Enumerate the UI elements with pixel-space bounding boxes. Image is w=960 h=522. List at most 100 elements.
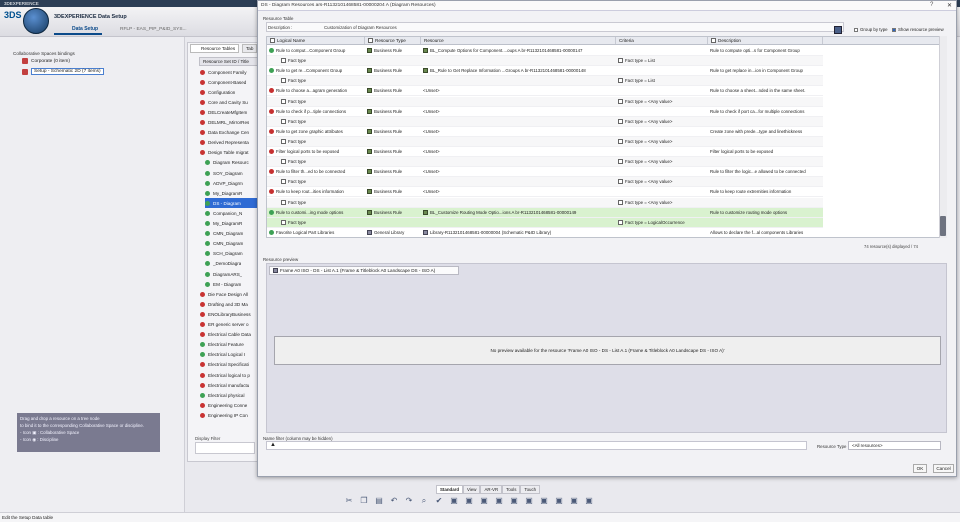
copy-icon[interactable]: ❐	[359, 496, 369, 506]
resource-set-row[interactable]: EM - Diagram	[205, 279, 265, 289]
resource-row[interactable]: Favorite Logical Part Libraries General L…	[267, 228, 823, 237]
fact-row[interactable]: Fact type Fact type = List	[267, 56, 823, 67]
cancel-button[interactable]: Cancel	[933, 464, 954, 473]
resource-set-row[interactable]: Electrical Logical I	[200, 350, 260, 360]
resource-cell[interactable]: Library-R1132101468581-00000004 (Schemat…	[421, 228, 616, 237]
resource-set-row[interactable]: CMN_Diagram	[205, 239, 265, 249]
tool-icon[interactable]: ▣	[449, 496, 459, 506]
resource-set-row[interactable]: ER generic server o	[200, 320, 260, 330]
resource-cell[interactable]: <Unset>	[421, 127, 616, 136]
close-icon[interactable]: ✕	[947, 2, 952, 9]
resource-set-row[interactable]: Derived Representa	[200, 138, 260, 148]
undo-icon[interactable]: ↶	[389, 496, 399, 506]
tool-icon[interactable]: ▣	[584, 496, 594, 506]
resource-set-row[interactable]: DiagramARS_	[205, 269, 265, 279]
resource-cell[interactable]: <Unset>	[421, 187, 616, 196]
redo-icon[interactable]: ↷	[404, 496, 414, 506]
resource-cell[interactable]	[421, 198, 616, 207]
resource-row[interactable]: Rule to get re...Component Group Business…	[267, 66, 823, 77]
ok-button[interactable]: OK	[913, 464, 927, 473]
resource-set-row[interactable]: Electrical Feature	[200, 340, 260, 350]
resource-cell[interactable]: <Unset>	[421, 147, 616, 156]
resource-cell[interactable]	[421, 177, 616, 186]
resource-set-row[interactable]: Electrical Cable Data	[200, 330, 260, 340]
resource-row[interactable]: Rule to keep rout...ities information Bus…	[267, 187, 823, 198]
zoom-icon[interactable]: ⌕	[419, 496, 429, 506]
resource-cell[interactable]	[421, 76, 616, 85]
fact-row[interactable]: Fact type Fact type = <Any value>	[267, 197, 823, 208]
resource-set-row[interactable]: Component-Based	[200, 77, 260, 87]
tool-icon[interactable]: ▣	[464, 496, 474, 506]
tool-icon[interactable]: ▣	[524, 496, 534, 506]
fact-row[interactable]: Fact type Fact type = LogicalOccurrence	[267, 217, 823, 228]
tree-item-corporate[interactable]: Corporate (0 item)	[22, 58, 70, 64]
resource-set-row[interactable]: Companion_N	[205, 208, 265, 218]
display-filter-input[interactable]	[195, 442, 255, 454]
resource-set-row[interactable]: ADVP_Diagrm	[205, 178, 265, 188]
fact-row[interactable]: Fact type Fact type = <Any value>	[267, 96, 823, 107]
resource-cell[interactable]	[421, 157, 616, 166]
fact-row[interactable]: Fact type Fact type = <Any value>	[267, 157, 823, 168]
cut-icon[interactable]: ✂	[344, 496, 354, 506]
resource-set-header[interactable]: Resource Set ID / Title	[199, 57, 261, 66]
tool-icon[interactable]: ▣	[494, 496, 504, 506]
resource-cell[interactable]: BL_Customize Routing Mode Optio...ions A…	[421, 208, 616, 217]
show-preview-checkbox[interactable]: Show resource preview	[892, 27, 944, 32]
resource-cell[interactable]: BL_Compute Options for Component....oups…	[421, 46, 616, 55]
resource-set-row[interactable]: Design Table migrat	[200, 148, 260, 158]
tab-resource-tables[interactable]: Resource Tables	[190, 44, 240, 53]
resource-row[interactable]: Rule to choose a...agram generation Busin…	[267, 86, 823, 97]
resource-set-row[interactable]: SOY_Diagram	[205, 168, 265, 178]
col-resource-type[interactable]: Resource Type	[365, 37, 421, 44]
tool-icon[interactable]: ▣	[539, 496, 549, 506]
help-icon[interactable]: ?	[930, 2, 933, 8]
tool-icon[interactable]: ▣	[554, 496, 564, 506]
col-resource[interactable]: Resource	[421, 37, 616, 44]
tree-item-setup[interactable]: Setup - Schematic 2D (7 items)	[22, 68, 104, 75]
tool-icon[interactable]: ▣	[479, 496, 489, 506]
resource-set-row[interactable]: Drafting and 3D Ma	[200, 299, 260, 309]
paste-icon[interactable]: ▤	[374, 496, 384, 506]
col-logical-name[interactable]: Logical Name	[267, 37, 365, 44]
tool-icon[interactable]: ▣	[569, 496, 579, 506]
resource-cell[interactable]	[421, 137, 616, 146]
tab-data-setup[interactable]: Data Setup	[54, 26, 103, 35]
resource-type-select[interactable]: <All resources>	[848, 441, 941, 450]
resource-row[interactable]: Rule to check if p...tiple connections Bu…	[267, 107, 823, 117]
col-criteria[interactable]: Criteria	[616, 37, 708, 44]
name-filter-input[interactable]	[266, 441, 807, 450]
resource-cell[interactable]: <Unset>	[421, 167, 616, 176]
resource-cell[interactable]: <Unset>	[421, 86, 616, 95]
resource-cell[interactable]	[421, 97, 616, 106]
resource-set-row[interactable]: Electrical manufactu	[200, 380, 260, 390]
tab-rflp[interactable]: RFLP - EAS_PIP_P&ID_SYS...	[120, 27, 187, 32]
resource-set-row[interactable]: Component Family	[200, 67, 260, 77]
resource-cell[interactable]	[421, 117, 616, 126]
resource-set-row[interactable]: DELMRL_MirrorRes	[200, 118, 260, 128]
tool-icon[interactable]: ▣	[509, 496, 519, 506]
col-description[interactable]: Description	[708, 37, 823, 44]
resource-set-row[interactable]: Core and Cavity Su	[200, 97, 260, 107]
resource-set-row[interactable]: Die Face Design All	[200, 289, 260, 299]
resource-row[interactable]: Filter logical ports to be exposed Busine…	[267, 147, 823, 158]
resource-cell[interactable]: BL_Rule to Get Replace Information ...Gr…	[421, 66, 616, 75]
grid-scrollbar[interactable]	[939, 36, 947, 238]
group-by-type-checkbox[interactable]: Group by type	[854, 27, 888, 32]
resource-set-row[interactable]: Electrical physical	[200, 390, 260, 400]
resource-set-row[interactable]: Data Exchange Cen	[200, 128, 260, 138]
fact-row[interactable]: Fact type Fact type = <Any value>	[267, 136, 823, 147]
check-icon[interactable]: ✔	[434, 496, 444, 506]
resource-set-row[interactable]: Diagram Resourc	[205, 158, 265, 168]
preview-tab[interactable]: Frame A0 ISO - DS - List A.1 (Frame & Ti…	[269, 266, 459, 275]
resource-set-row[interactable]: Electrical Specificati	[200, 360, 260, 370]
tab-secondary[interactable]: Tab	[242, 44, 258, 53]
fact-row[interactable]: Fact type Fact type = List	[267, 76, 823, 87]
options-icon[interactable]	[834, 26, 842, 34]
compass-icon[interactable]	[23, 8, 49, 34]
resource-set-row[interactable]: Electrical logical to p	[200, 370, 260, 380]
resource-cell[interactable]	[421, 218, 616, 227]
resource-set-row[interactable]: CMN_Diagram	[205, 229, 265, 239]
fact-row[interactable]: Fact type Fact type = <Any value>	[267, 177, 823, 188]
resource-row[interactable]: Rule to customi...ing mode options Busine…	[267, 207, 823, 218]
grid-scroll-thumb[interactable]	[940, 216, 946, 236]
